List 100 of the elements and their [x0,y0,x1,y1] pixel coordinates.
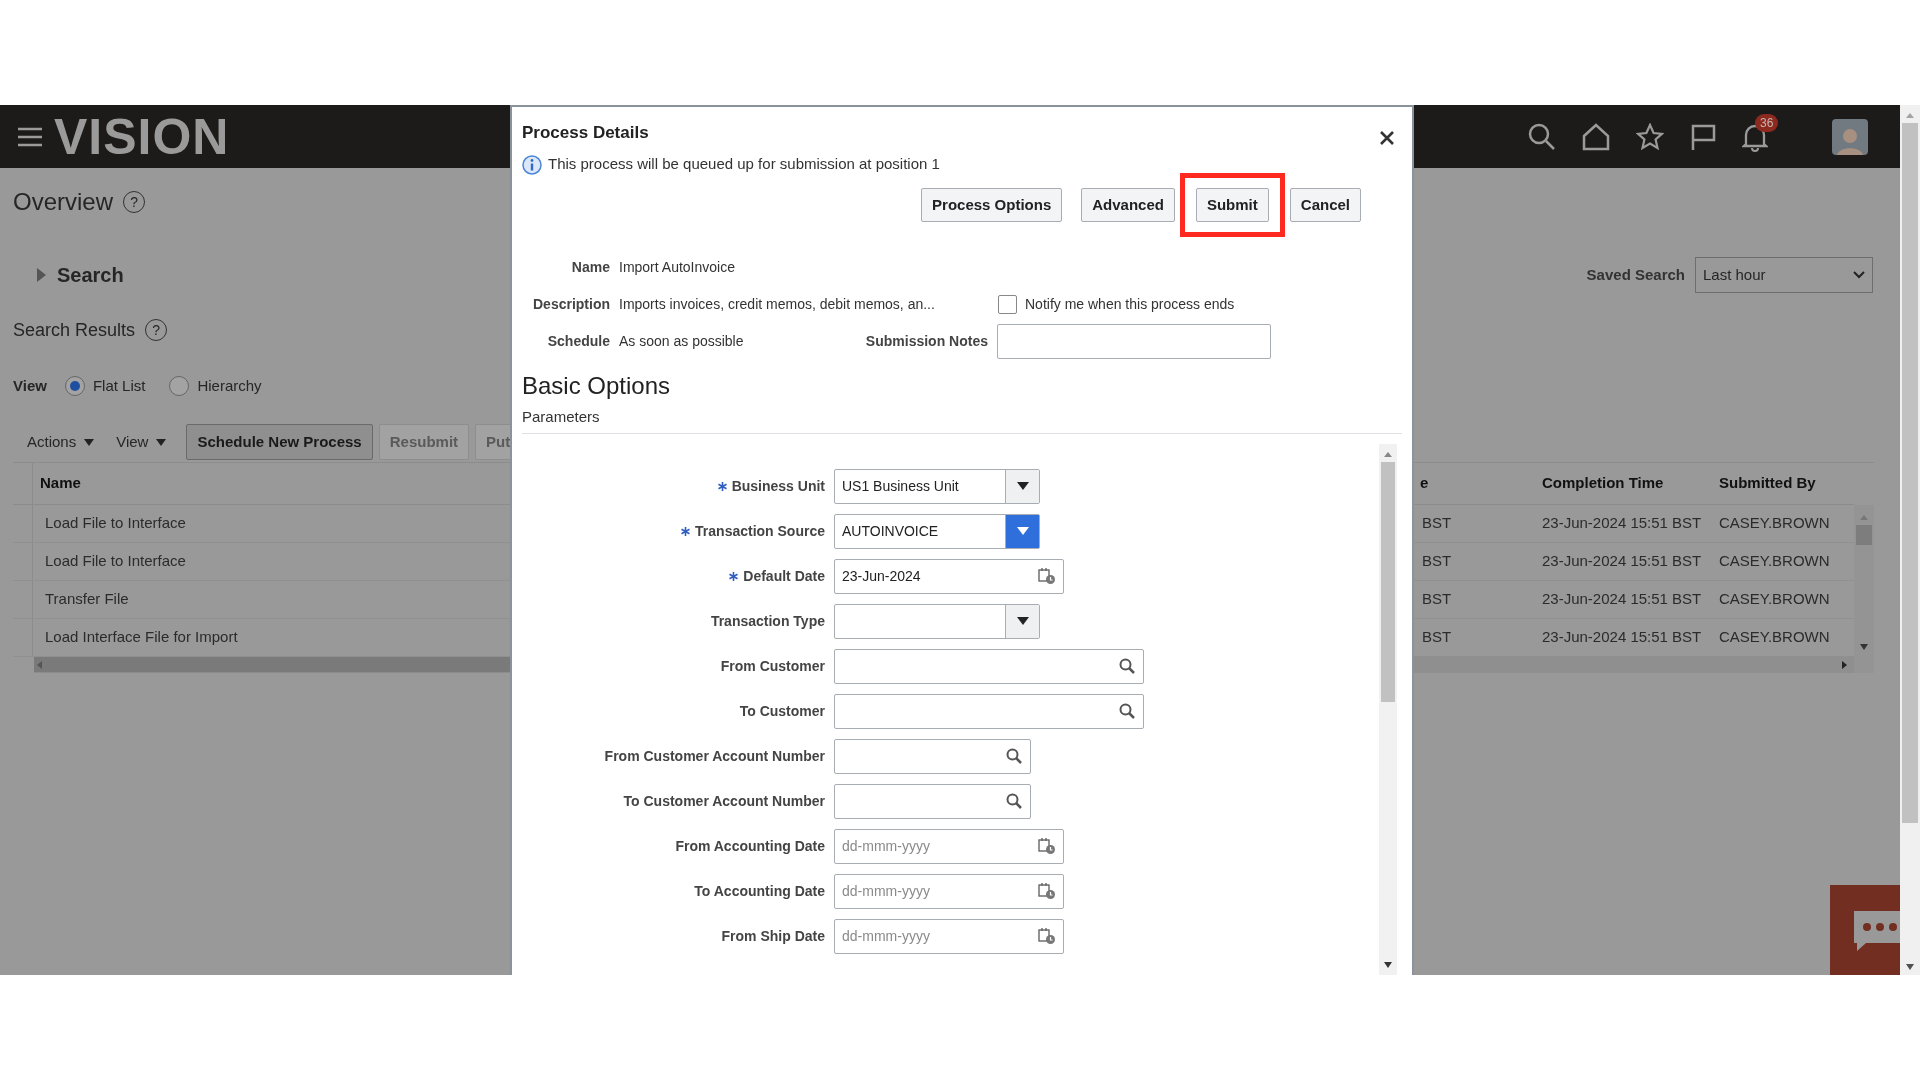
date-field[interactable]: dd-mmm-yyyy [834,873,1064,909]
radio-button[interactable] [64,376,85,396]
toolbar-button[interactable]: Schedule New Process [186,424,373,460]
table-cell-text: Transfer File [44,589,129,610]
parameter-label: Business Unit [731,476,825,496]
caret-icon [1016,527,1029,535]
table-cell-text: CASEY.BROWN [1719,551,1831,572]
table-cell-text: 23-Jun-2024 15:51 BST [1542,551,1703,572]
parameter-label: Transaction Type [710,611,825,631]
parameter-label: From Customer [720,656,825,676]
scroll-down-icon[interactable] [1905,963,1915,971]
calendar-icon[interactable] [1038,927,1056,945]
column-header[interactable]: Name [33,472,81,495]
dialog-button[interactable]: Process Options [921,188,1063,222]
parameter-label: Transaction Source [695,521,825,541]
column-header[interactable]: Completion Time [1542,472,1719,495]
avatar[interactable] [1832,118,1868,155]
parameter-label: From Accounting Date [675,836,825,856]
radio-label[interactable]: Hierarchy [197,374,262,398]
caret-icon [1016,617,1029,625]
detail-label: Name [570,258,610,277]
table-cell-text: BST [1421,551,1453,572]
menu-icon[interactable] [18,126,42,147]
flag-icon[interactable] [1690,122,1716,151]
table-cell-text: Load File to Interface [44,551,186,572]
detail-label: Schedule [546,332,610,351]
date-field[interactable]: dd-mmm-yyyy [834,828,1064,864]
view-label: View [13,375,47,396]
parameter-label: To Accounting Date [694,881,825,901]
section-title: Search Results [13,318,136,342]
search-section-header[interactable]: Search [57,260,124,290]
radio-label[interactable]: Flat List [92,374,146,398]
expand-icon[interactable] [35,268,47,282]
page-title: Overview [13,187,114,217]
checkbox[interactable] [998,295,1017,314]
date-field[interactable]: 23-Jun-2024 [834,558,1064,594]
parameter-label: To Customer [739,701,825,721]
home-icon[interactable] [1582,122,1610,151]
scroll-down-icon[interactable] [1383,961,1393,969]
search-icon[interactable] [1528,122,1556,151]
search-icon[interactable] [1119,703,1135,719]
table-cell-text: 23-Jun-2024 15:51 BST [1542,589,1703,610]
table-cell-text: 23-Jun-2024 15:51 BST [1542,513,1703,534]
saved-search-dropdown[interactable]: Last hour [1695,257,1873,293]
detail-value: As soon as possible [618,332,745,351]
table-cell-text: CASEY.BROWN [1719,627,1831,648]
required-icon [729,571,739,581]
submission-notes-label: Submission Notes [864,332,988,351]
select-field[interactable]: US1 Business Unit [834,468,1040,504]
search-icon[interactable] [1006,793,1022,809]
dialog-button[interactable]: Advanced [1081,188,1175,222]
scrollbar-thumb[interactable] [1902,123,1918,823]
menu-button[interactable]: View [114,430,169,454]
table-cell-text: Load Interface File for Import [44,627,238,648]
calendar-icon[interactable] [1038,567,1056,585]
radio-button[interactable] [169,376,190,396]
submission-notes-field[interactable] [997,324,1271,359]
scrollbar-thumb[interactable] [1381,461,1395,702]
chevron-down-icon [1853,271,1865,279]
select-field[interactable]: AUTOINVOICE [834,513,1040,549]
column-header[interactable]: e [1414,472,1542,495]
caret-icon [84,438,95,446]
search-icon[interactable] [1119,658,1135,674]
required-icon [681,526,691,536]
lookup-field[interactable] [834,738,1031,774]
parameter-label: Default Date [743,566,825,586]
search-icon[interactable] [1006,748,1022,764]
subsection-title: Parameters [521,407,601,427]
notification-badge: 36 [1755,113,1779,132]
select-field[interactable] [834,603,1040,639]
date-field[interactable]: dd-mmm-yyyy [834,918,1064,954]
table-cell-text: CASEY.BROWN [1719,513,1831,534]
lookup-field[interactable] [834,693,1144,729]
detail-value: Import AutoInvoice [618,258,735,277]
saved-search-label: Saved Search [1586,264,1685,285]
caret-icon [1016,482,1029,490]
star-icon[interactable] [1636,122,1664,151]
close-icon[interactable] [1380,131,1394,145]
table-cell-text: BST [1421,513,1453,534]
column-header[interactable]: Submitted By [1719,472,1854,495]
table-cell-text: Load File to Interface [44,513,186,534]
scroll-right-icon[interactable] [1840,660,1848,670]
calendar-icon[interactable] [1038,882,1056,900]
dialog-button[interactable]: Submit [1195,188,1269,222]
info-icon [522,155,542,175]
calendar-icon[interactable] [1038,837,1056,855]
menu-button[interactable]: Actions [25,430,97,454]
table-cell-text: CASEY.BROWN [1719,589,1831,610]
detail-value: Imports invoices, credit memos, debit memos, an... [618,295,936,314]
app-logo[interactable]: VISION [54,111,230,162]
parameter-label: From Ship Date [721,926,825,946]
required-icon [717,481,727,491]
lookup-field[interactable] [834,648,1144,684]
chat-button[interactable] [1830,885,1900,975]
lookup-field[interactable] [834,783,1031,819]
parameter-label: To Customer Account Number [623,791,825,811]
table-cell-text: BST [1421,627,1453,648]
checkbox-label[interactable]: Notify me when this process ends [1025,294,1235,315]
table-cell-text: BST [1421,589,1453,610]
dialog-button[interactable]: Cancel [1289,188,1361,222]
